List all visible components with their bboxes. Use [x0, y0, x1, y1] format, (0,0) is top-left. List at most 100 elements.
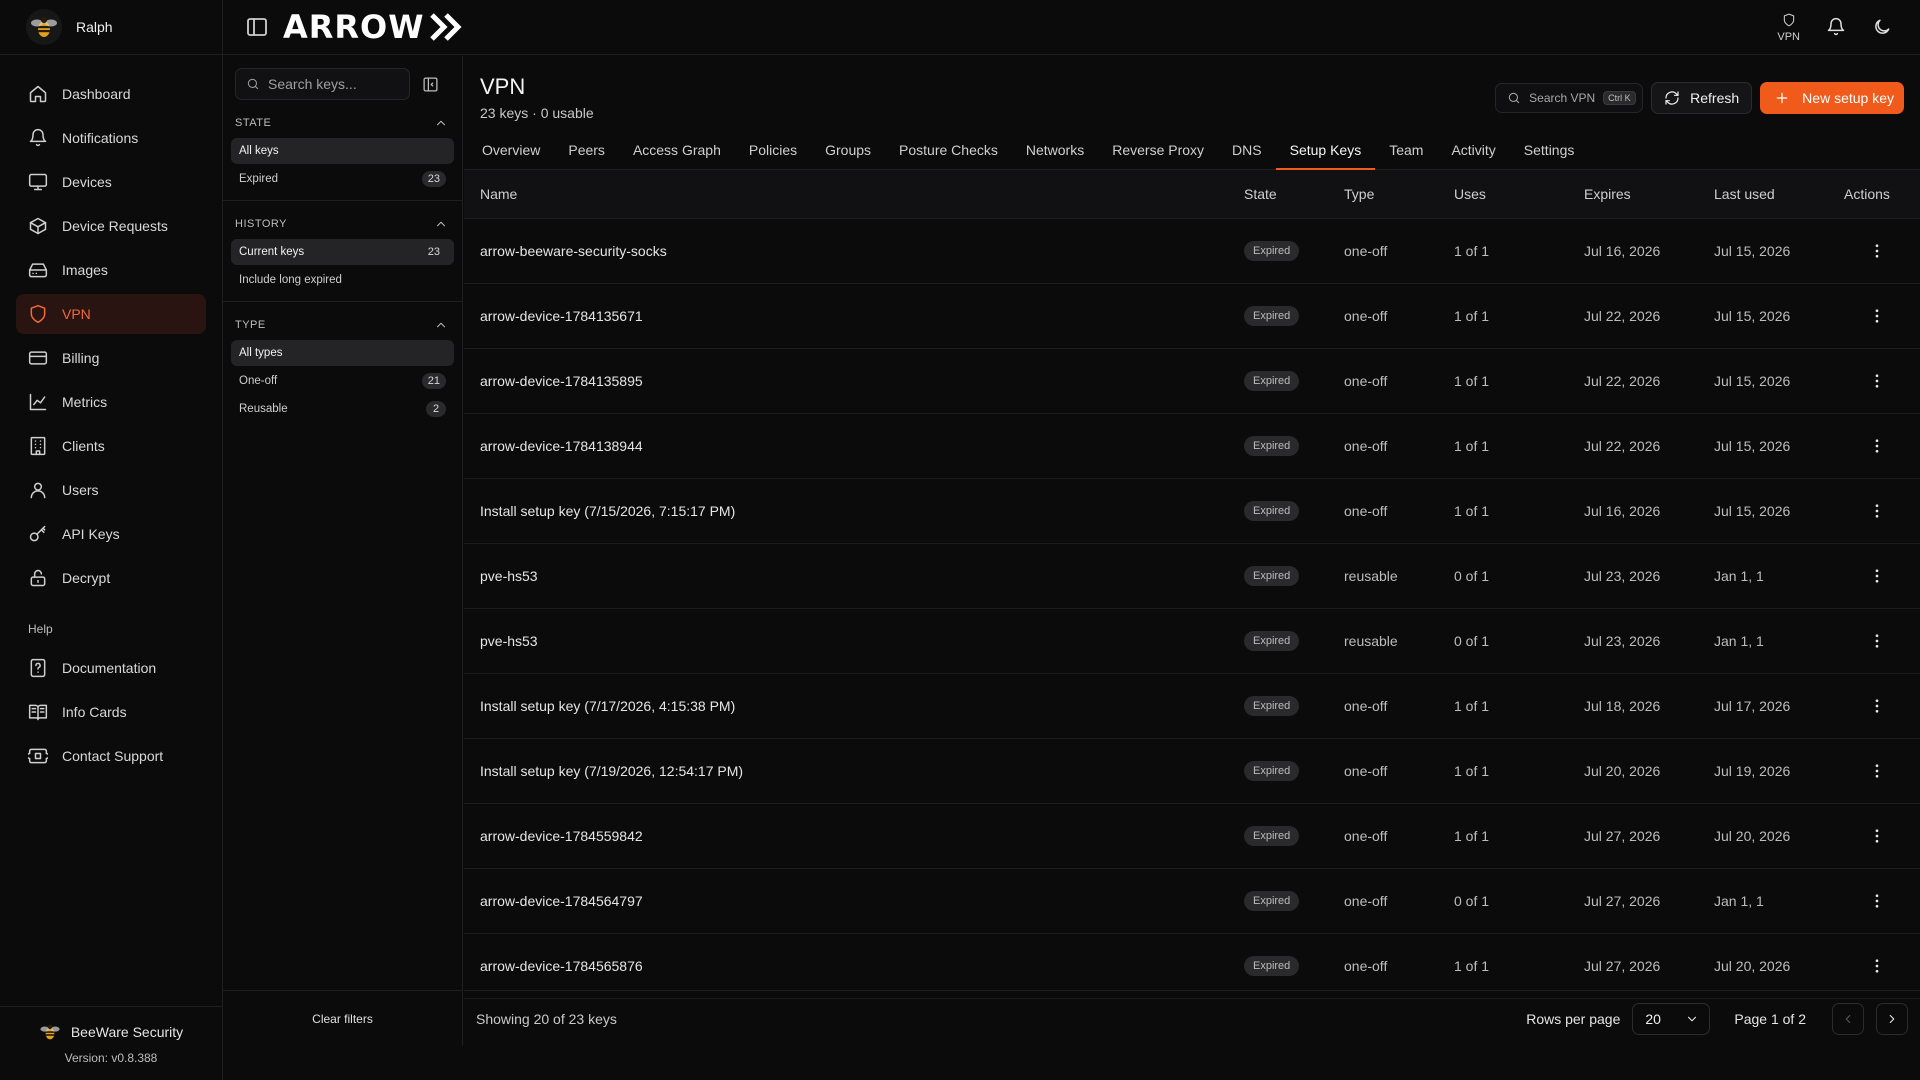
more-vertical-icon[interactable] — [1868, 437, 1886, 455]
next-page-button[interactable] — [1876, 1002, 1908, 1035]
vpn-status-label: VPN — [1777, 30, 1800, 43]
more-vertical-icon[interactable] — [1868, 307, 1886, 325]
clear-filters-button[interactable]: Clear filters — [223, 990, 462, 1046]
nav-item-devices[interactable]: Devices — [16, 162, 206, 202]
refresh-button[interactable]: Refresh — [1651, 82, 1753, 114]
tab-networks[interactable]: Networks — [1012, 138, 1098, 169]
more-vertical-icon[interactable] — [1868, 762, 1886, 780]
tab-settings[interactable]: Settings — [1510, 138, 1589, 169]
key-uses: 1 of 1 — [1454, 738, 1584, 804]
filter-group-header[interactable]: HISTORY — [231, 211, 454, 237]
nav-item-clients[interactable]: Clients — [16, 426, 206, 466]
tab-dns[interactable]: DNS — [1218, 138, 1276, 169]
bell-icon[interactable] — [1826, 17, 1846, 37]
nav-item-metrics[interactable]: Metrics — [16, 382, 206, 422]
panel-collapse-icon[interactable] — [422, 76, 439, 93]
table-row[interactable]: Install setup key (7/15/2026, 7:15:17 PM… — [464, 478, 1920, 544]
user-menu[interactable]: Ralph — [0, 0, 222, 55]
table-row[interactable]: pve-hs53 Expired reusable 0 of 1 Jul 23, 202… — [464, 608, 1920, 674]
table-row[interactable]: arrow-device-1784564797 Expired one-off 0 o… — [464, 868, 1920, 934]
nav-item-api-keys[interactable]: API Keys — [16, 514, 206, 554]
previous-page-button[interactable] — [1832, 1002, 1864, 1035]
table-row[interactable]: arrow-device-1784559842 Expired one-off 1 o… — [464, 803, 1920, 869]
more-vertical-icon[interactable] — [1868, 567, 1886, 585]
filter-option-include-long-expired[interactable]: Include long expired — [231, 267, 454, 293]
filter-option-all-keys[interactable]: All keys — [231, 138, 454, 164]
vpn-tabs: Overview Peers Access Graph Policies Gro… — [464, 138, 1920, 170]
key-expires: Jul 22, 2026 — [1584, 413, 1714, 479]
tab-team[interactable]: Team — [1375, 138, 1437, 169]
key-last-used: Jul 20, 2026 — [1714, 803, 1844, 869]
tab-activity[interactable]: Activity — [1437, 138, 1509, 169]
nav-item-contact-support[interactable]: Contact Support — [16, 736, 206, 776]
filter-option-expired[interactable]: Expired 23 — [231, 166, 454, 192]
sidebar-toggle-icon[interactable] — [245, 15, 269, 39]
key-type: one-off — [1344, 803, 1454, 869]
more-vertical-icon[interactable] — [1868, 892, 1886, 910]
nav-item-info-cards[interactable]: Info Cards — [16, 692, 206, 732]
filter-option-all-types[interactable]: All types — [231, 340, 454, 366]
new-setup-key-button[interactable]: New setup key — [1760, 82, 1904, 114]
filter-group-header[interactable]: TYPE — [231, 312, 454, 338]
tab-policies[interactable]: Policies — [735, 138, 811, 169]
search-vpn-button[interactable]: Search VPN Ctrl K — [1495, 83, 1644, 113]
column-header-last-used[interactable]: Last used — [1714, 170, 1844, 219]
refresh-icon — [1665, 91, 1679, 105]
nav-item-documentation[interactable]: Documentation — [16, 648, 206, 688]
more-vertical-icon[interactable] — [1868, 372, 1886, 390]
column-header-name[interactable]: Name — [464, 170, 1244, 219]
moon-icon[interactable] — [1872, 17, 1892, 37]
tab-groups[interactable]: Groups — [811, 138, 885, 169]
more-vertical-icon[interactable] — [1868, 957, 1886, 975]
nav-item-images[interactable]: Images — [16, 250, 206, 290]
table-row[interactable]: arrow-beeware-security-socks Expired one-o… — [464, 218, 1920, 284]
app-version: Version: v0.8.388 — [64, 1051, 158, 1065]
nav-item-decrypt[interactable]: Decrypt — [16, 558, 206, 598]
more-vertical-icon[interactable] — [1868, 697, 1886, 715]
nav-item-dashboard[interactable]: Dashboard — [16, 74, 206, 114]
nav-item-users[interactable]: Users — [16, 470, 206, 510]
tab-overview[interactable]: Overview — [468, 138, 554, 169]
tab-posture-checks[interactable]: Posture Checks — [885, 138, 1012, 169]
more-vertical-icon[interactable] — [1868, 827, 1886, 845]
more-vertical-icon[interactable] — [1868, 632, 1886, 650]
nav-item-notifications[interactable]: Notifications — [16, 118, 206, 158]
tab-reverse-proxy[interactable]: Reverse Proxy — [1098, 138, 1218, 169]
column-header-state[interactable]: State — [1244, 170, 1344, 219]
more-vertical-icon[interactable] — [1868, 502, 1886, 520]
column-header-type[interactable]: Type — [1344, 170, 1454, 219]
column-header-expires[interactable]: Expires — [1584, 170, 1714, 219]
refresh-label: Refresh — [1690, 90, 1740, 106]
column-header-uses[interactable]: Uses — [1454, 170, 1584, 219]
tab-peers[interactable]: Peers — [554, 138, 619, 169]
filter-option-reusable[interactable]: Reusable 2 — [231, 396, 454, 422]
table-row[interactable]: Install setup key (7/19/2026, 12:54:17 P… — [464, 738, 1920, 804]
nav-item-vpn[interactable]: VPN — [16, 294, 206, 334]
rows-per-page-select[interactable]: 20 — [1632, 1002, 1711, 1035]
tab-access-graph[interactable]: Access Graph — [619, 138, 735, 169]
tab-setup-keys[interactable]: Setup Keys — [1275, 138, 1376, 170]
monitor-icon — [28, 173, 48, 191]
filter-option-current-keys[interactable]: Current keys 23 — [231, 239, 454, 265]
table-row[interactable]: arrow-device-1784135671 Expired one-off 1 o… — [464, 283, 1920, 349]
key-name: arrow-device-1784135895 — [464, 348, 1244, 414]
key-search-input[interactable] — [268, 76, 398, 92]
nav-item-billing[interactable]: Billing — [16, 338, 206, 378]
table-row[interactable]: Install setup key (7/17/2026, 4:15:38 PM… — [464, 673, 1920, 739]
table-row[interactable]: arrow-device-1784565876 Expired one-off 1 o… — [464, 933, 1920, 999]
search-icon — [1508, 92, 1520, 104]
rows-per-page-value: 20 — [1645, 1010, 1661, 1027]
table-row[interactable]: pve-hs53 Expired reusable 0 of 1 Jul 23, 202… — [464, 543, 1920, 609]
line-chart-icon — [29, 393, 47, 411]
table-row[interactable]: arrow-device-1784138944 Expired one-off 1 o… — [464, 413, 1920, 479]
more-vertical-icon[interactable] — [1868, 242, 1886, 260]
key-expires: Jul 16, 2026 — [1584, 218, 1714, 284]
filter-group-header[interactable]: STATE — [231, 110, 454, 136]
nav-item-device-requests[interactable]: Device Requests — [16, 206, 206, 246]
state-badge: Expired — [1244, 630, 1300, 651]
table-row[interactable]: arrow-device-1784135895 Expired one-off 1 o… — [464, 348, 1920, 414]
state-badge: Expired — [1244, 890, 1300, 911]
filter-option-one-off[interactable]: One-off 21 — [231, 368, 454, 394]
vpn-status-button[interactable]: VPN — [1777, 12, 1800, 43]
key-last-used: Jul 15, 2026 — [1714, 348, 1844, 414]
